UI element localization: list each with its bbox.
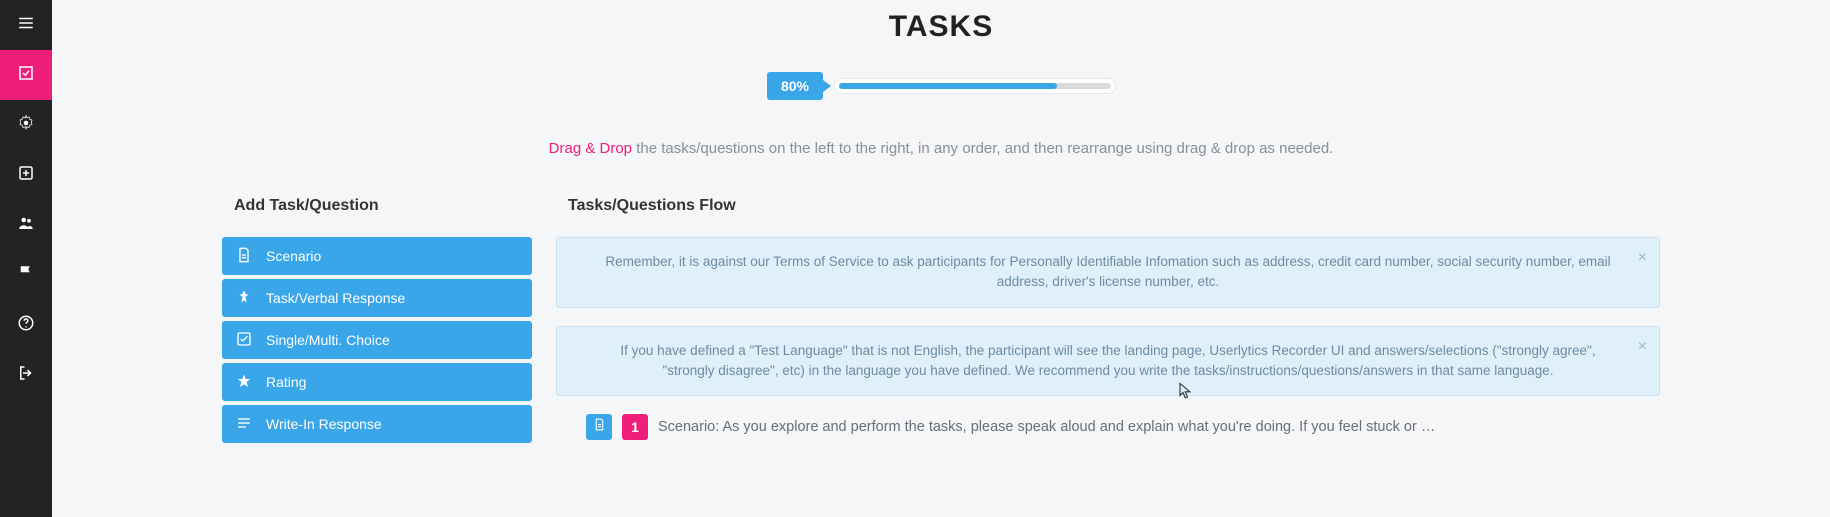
flow-index: 1 — [622, 414, 648, 440]
check-icon — [236, 331, 252, 350]
nav-help[interactable] — [0, 300, 52, 350]
menu-icon — [17, 14, 35, 37]
add-task-panel: Add Task/Question Scenario Task/Verbal R… — [222, 197, 532, 447]
task-type-label: Scenario — [266, 248, 321, 264]
task-type-label: Single/Multi. Choice — [266, 332, 390, 348]
flag-icon — [17, 264, 35, 287]
people-icon — [17, 214, 35, 237]
nav-rail — [0, 0, 52, 517]
file-icon — [236, 247, 252, 266]
progress: 80% — [52, 72, 1830, 100]
pin-icon — [236, 289, 252, 308]
main: TASKS 80% Drag & Drop the tasks/question… — [52, 0, 1830, 517]
task-type-verbal[interactable]: Task/Verbal Response — [222, 279, 532, 317]
close-icon[interactable]: × — [1638, 246, 1647, 270]
nav-people[interactable] — [0, 200, 52, 250]
help-icon — [17, 314, 35, 337]
progress-badge: 80% — [767, 72, 823, 100]
notice-pii: Remember, it is against our Terms of Ser… — [556, 237, 1660, 308]
flow-item[interactable]: 1 Scenario: As you explore and perform t… — [556, 414, 1660, 440]
close-icon[interactable]: × — [1638, 335, 1647, 359]
task-type-label: Write-In Response — [266, 416, 382, 432]
tasks-icon — [17, 64, 35, 87]
task-type-label: Task/Verbal Response — [266, 290, 405, 306]
task-type-rating[interactable]: Rating — [222, 363, 532, 401]
nav-tasks[interactable] — [0, 50, 52, 100]
gear-icon — [17, 114, 35, 137]
notice-text: Remember, it is against our Terms of Ser… — [605, 254, 1610, 289]
progress-fill — [839, 83, 1057, 89]
progress-track — [835, 79, 1115, 93]
notice-text: If you have defined a "Test Language" th… — [620, 343, 1595, 378]
task-type-writein[interactable]: Write-In Response — [222, 405, 532, 443]
hint-accent: Drag & Drop — [549, 140, 632, 157]
flow-heading: Tasks/Questions Flow — [556, 197, 1660, 215]
lines-icon — [236, 415, 252, 434]
plus-icon — [17, 164, 35, 187]
star-icon — [236, 373, 252, 392]
task-type-scenario[interactable]: Scenario — [222, 237, 532, 275]
add-task-heading: Add Task/Question — [222, 197, 532, 215]
notice-language: If you have defined a "Test Language" th… — [556, 326, 1660, 397]
page-title: TASKS — [52, 10, 1830, 44]
task-type-choice[interactable]: Single/Multi. Choice — [222, 321, 532, 359]
nav-add[interactable] — [0, 150, 52, 200]
hint-rest: the tasks/questions on the left to the r… — [632, 140, 1333, 157]
nav-flag[interactable] — [0, 250, 52, 300]
nav-menu[interactable] — [0, 0, 52, 50]
hint-text: Drag & Drop the tasks/questions on the l… — [52, 140, 1830, 157]
file-icon — [593, 418, 606, 436]
nav-settings[interactable] — [0, 100, 52, 150]
flow-type-icon — [586, 414, 612, 440]
nav-signout[interactable] — [0, 350, 52, 400]
signout-icon — [17, 364, 35, 387]
flow-text: Scenario: As you explore and perform the… — [658, 419, 1438, 435]
flow-panel: Tasks/Questions Flow Remember, it is aga… — [556, 197, 1660, 447]
task-type-label: Rating — [266, 374, 306, 390]
